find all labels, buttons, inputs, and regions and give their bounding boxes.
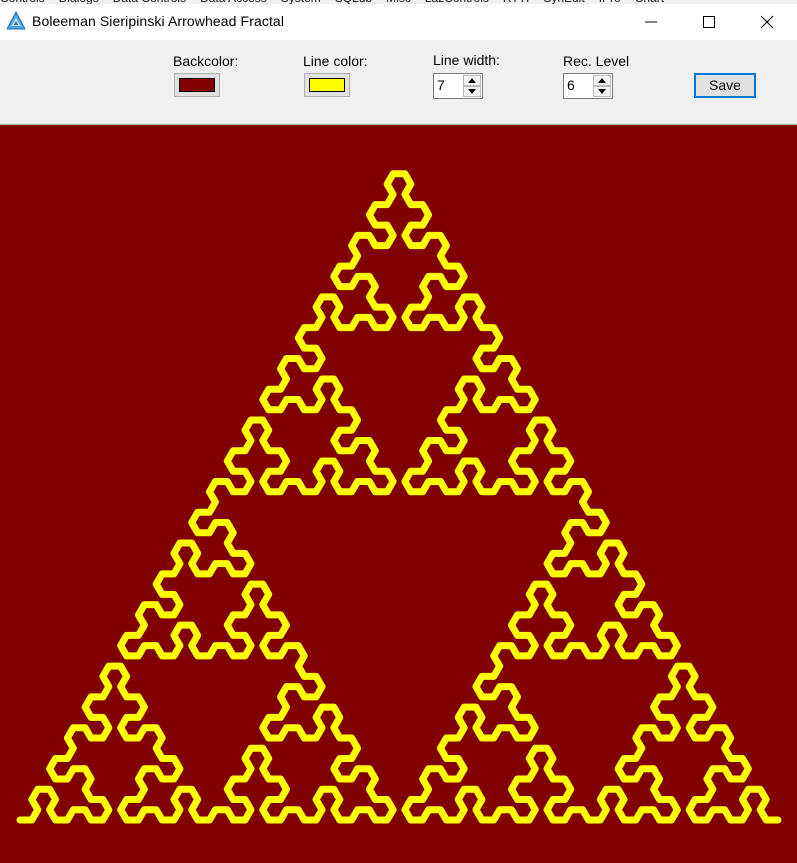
maximize-icon (703, 16, 715, 28)
linewidth-value[interactable]: 7 (437, 77, 445, 93)
maximize-button[interactable] (680, 4, 738, 40)
app-window: ControlsDialogsData ControlsData AccessS… (0, 0, 797, 863)
backcolor-swatch (179, 78, 215, 92)
backcolor-picker-button[interactable] (174, 73, 220, 97)
save-button[interactable]: Save (694, 73, 756, 98)
arrow-down-icon (468, 89, 476, 94)
linecolor-picker-button[interactable] (304, 73, 350, 97)
close-icon (760, 15, 774, 29)
linecolor-label: Line color: (303, 53, 368, 69)
reclevel-value[interactable]: 6 (567, 77, 575, 93)
reclevel-label: Rec. Level (563, 53, 630, 69)
reclevel-spinner[interactable]: 6 (563, 73, 613, 99)
arrowhead-fractal-canvas (0, 125, 797, 863)
arrow-up-icon (468, 78, 476, 83)
arrow-down-icon (598, 89, 606, 94)
window-title: Boleeman Sieripinski Arrowhead Fractal (32, 13, 285, 29)
linewidth-decrement-button[interactable] (463, 86, 481, 97)
close-button[interactable] (738, 4, 796, 40)
linewidth-spinner[interactable]: 7 (433, 73, 483, 99)
linewidth-label: Line width: (433, 52, 500, 68)
minimize-button[interactable] (622, 4, 680, 40)
canvas-background (0, 125, 797, 863)
triangle-app-icon (6, 10, 26, 31)
reclevel-increment-button[interactable] (593, 75, 611, 86)
linewidth-increment-button[interactable] (463, 75, 481, 86)
settings-toolbar: Backcolor: Line color: Line width: 7 Rec… (0, 40, 797, 125)
fractal-canvas-area (0, 125, 797, 863)
minimize-icon (645, 21, 657, 23)
backcolor-label: Backcolor: (173, 53, 239, 69)
title-bar[interactable]: Boleeman Sieripinski Arrowhead Fractal (0, 4, 797, 40)
linecolor-swatch (309, 78, 345, 92)
arrow-up-icon (598, 78, 606, 83)
reclevel-decrement-button[interactable] (593, 86, 611, 97)
